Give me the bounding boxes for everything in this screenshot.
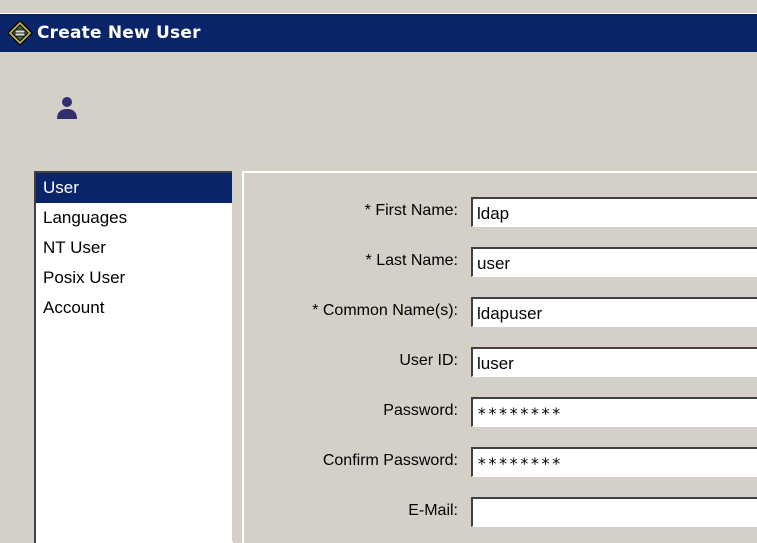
window-titlebar[interactable]: Create New User bbox=[0, 13, 757, 52]
email-field[interactable] bbox=[471, 497, 757, 527]
nav-item-label: User bbox=[43, 178, 79, 197]
nav-item-languages[interactable]: Languages bbox=[36, 203, 232, 233]
nav-item-user[interactable]: User bbox=[36, 173, 232, 203]
last-name-row: * Last Name: bbox=[244, 243, 757, 283]
directory-logo-icon bbox=[7, 20, 33, 46]
confirm-password-label: Confirm Password: bbox=[322, 452, 458, 469]
first-name-field[interactable] bbox=[471, 197, 757, 227]
nav-item-label: Account bbox=[43, 298, 105, 317]
common-name-row: * Common Name(s): bbox=[244, 293, 757, 333]
category-list[interactable]: User Languages NT User Posix User Accoun… bbox=[34, 171, 233, 543]
nav-item-label: Languages bbox=[43, 208, 128, 227]
password-row: Password: bbox=[244, 393, 757, 433]
window-title: Create New User bbox=[37, 23, 201, 43]
common-name-field[interactable] bbox=[471, 297, 757, 327]
common-name-label: * Common Name(s): bbox=[312, 302, 458, 319]
password-field[interactable] bbox=[471, 397, 757, 427]
user-id-label: User ID: bbox=[399, 352, 458, 369]
email-label: E-Mail: bbox=[408, 502, 458, 519]
user-icon bbox=[57, 97, 77, 119]
email-row: E-Mail: bbox=[244, 493, 757, 533]
nav-item-label: NT User bbox=[43, 238, 106, 257]
nav-item-nt-user[interactable]: NT User bbox=[36, 233, 232, 263]
last-name-label: * Last Name: bbox=[365, 252, 458, 269]
user-id-field[interactable] bbox=[471, 347, 757, 377]
user-form-panel: * First Name: * Last Name: * Common Name… bbox=[242, 171, 757, 543]
first-name-row: * First Name: bbox=[244, 193, 757, 233]
password-label: Password: bbox=[383, 402, 458, 419]
panel-splitter[interactable] bbox=[232, 171, 241, 541]
header-area bbox=[0, 52, 757, 170]
confirm-password-field[interactable] bbox=[471, 447, 757, 477]
confirm-password-row: Confirm Password: bbox=[244, 443, 757, 483]
nav-item-account[interactable]: Account bbox=[36, 293, 232, 323]
first-name-label: * First Name: bbox=[364, 202, 458, 219]
user-id-row: User ID: bbox=[244, 343, 757, 383]
nav-item-label: Posix User bbox=[43, 268, 126, 287]
last-name-field[interactable] bbox=[471, 247, 757, 277]
nav-item-posix-user[interactable]: Posix User bbox=[36, 263, 232, 293]
